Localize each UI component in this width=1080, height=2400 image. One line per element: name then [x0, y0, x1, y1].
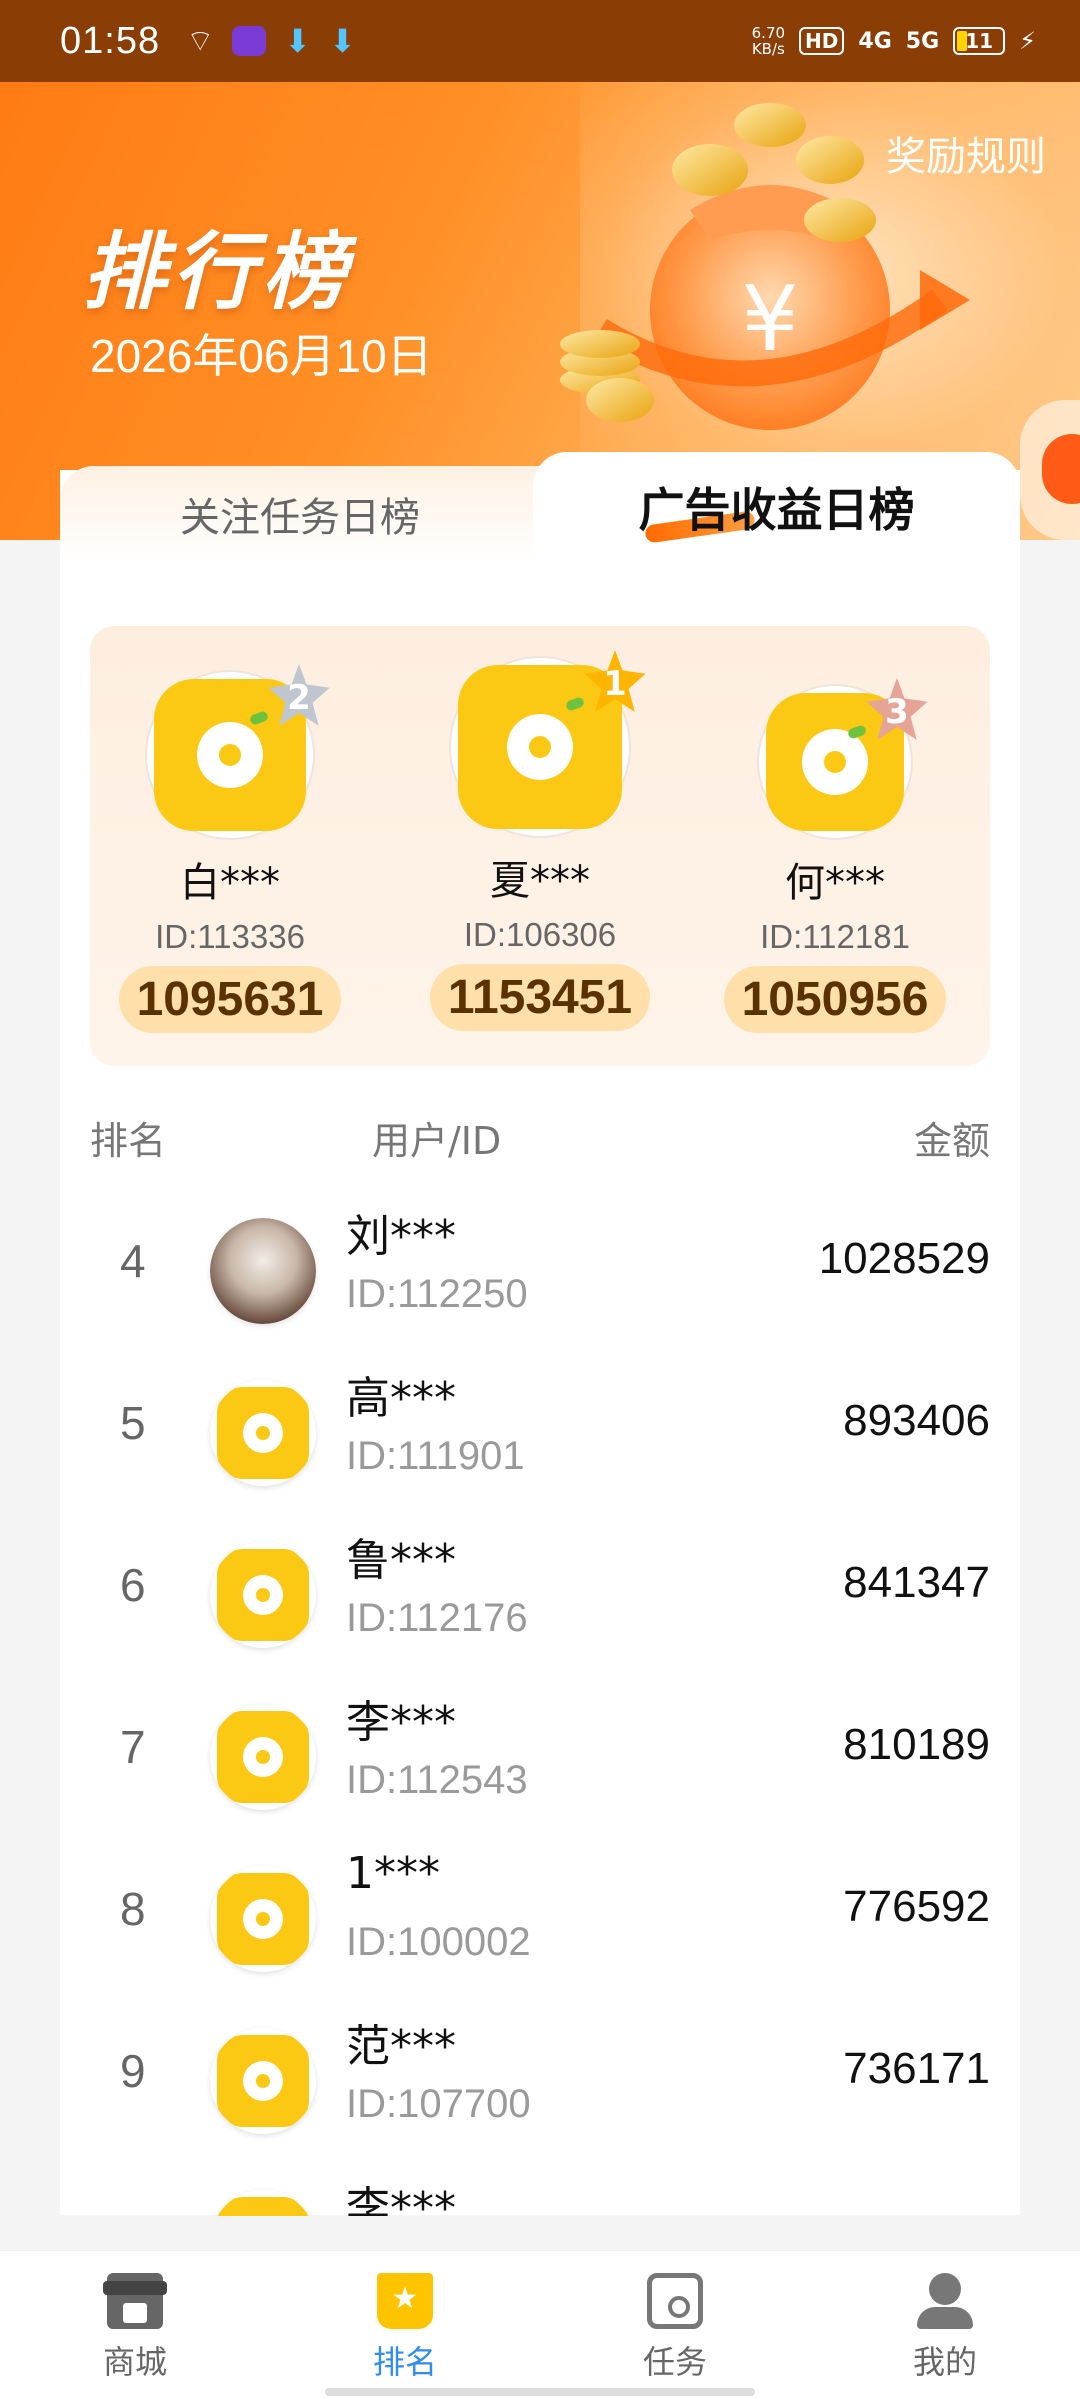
podium-name: 夏*** [490, 858, 590, 904]
row-name: 李*** [346, 2183, 456, 2216]
top-three-podium: 2 白*** ID:113336 1095631 1 夏*** ID:10630… [90, 626, 990, 1066]
row-amount: 1028529 [818, 1234, 990, 1283]
network-speed: 6.70 KB/s [752, 25, 785, 57]
bottom-navigation: 商城 排名 任务 我的 [0, 2250, 1080, 2400]
nav-task[interactable]: 任务 [605, 2273, 745, 2383]
hotspot-icon: ⌔ [186, 24, 215, 59]
ranking-icon [377, 2273, 433, 2329]
avatar [210, 1866, 316, 1972]
avatar [210, 1542, 316, 1648]
row-amount: 841347 [843, 1558, 990, 1607]
tab-label: 广告收益日榜 [638, 483, 915, 537]
battery-level: 11 [965, 29, 994, 53]
shop-icon [103, 2273, 167, 2329]
ranking-list-header: 排名 用户/ID 金额 [90, 1110, 990, 1163]
ranking-tabs: 关注任务日榜 广告收益日榜 [60, 452, 1020, 562]
nav-profile[interactable]: 我的 [875, 2273, 1015, 2383]
table-row[interactable]: 9 范*** ID:107700 736171 [90, 2000, 990, 2162]
podium-amount: 1153451 [429, 964, 651, 1031]
tab-label: 关注任务日榜 [180, 495, 420, 541]
table-row[interactable]: 4 刘*** ID:112250 1028529 [90, 1190, 990, 1352]
row-id: ID:112250 [346, 1272, 528, 1316]
row-id: ID:111901 [346, 1434, 525, 1478]
download-icon-2: ⬇ [329, 22, 356, 60]
row-rank: 8 [120, 1883, 146, 1935]
table-row[interactable]: 8 1*** ID:100002 776592 [90, 1838, 990, 2000]
podium-amount: 1095631 [118, 966, 342, 1033]
profile-icon [917, 2273, 973, 2329]
podium-second[interactable]: 2 白*** ID:113336 1095631 [118, 664, 342, 1033]
row-name: 刘*** [346, 1211, 456, 1262]
nav-label: 任务 [642, 2343, 707, 2381]
nav-label: 商城 [102, 2343, 167, 2381]
row-id: ID:107700 [346, 2082, 531, 2126]
header-rank: 排名 [90, 1119, 167, 1163]
header-user: 用户/ID [372, 1119, 502, 1163]
status-time: 01:58 [60, 19, 161, 62]
row-rank: 7 [120, 1721, 146, 1773]
nav-shop[interactable]: 商城 [65, 2273, 205, 2383]
app-notification-icon [232, 26, 267, 56]
podium-third[interactable]: 3 何*** ID:112181 1050956 [723, 678, 947, 1033]
row-rank: 4 [120, 1235, 146, 1287]
podium-name: 白*** [180, 860, 280, 906]
row-name: 鲁*** [346, 1535, 456, 1586]
tab-follow-task-daily[interactable]: 关注任务日榜 [60, 466, 540, 562]
podium-id: ID:106306 [463, 916, 617, 953]
hd-icon: HD [799, 27, 845, 55]
home-indicator[interactable] [325, 2388, 755, 2396]
charging-icon: ⚡ [1019, 27, 1036, 55]
header-amount: 金额 [913, 1119, 990, 1163]
floating-task-bubble[interactable] [1020, 400, 1080, 540]
page-title: 排行榜 [82, 223, 353, 321]
podium-id: ID:112181 [760, 918, 910, 955]
download-icon: ⬇ [284, 22, 312, 60]
task-icon [647, 2273, 703, 2329]
ranking-date: 2026年06月10日 [90, 330, 433, 382]
row-amount: 810189 [843, 1720, 990, 1769]
table-row-partial-clip: 李*** [90, 2162, 990, 2216]
avatar [210, 2190, 316, 2216]
row-amount: 893406 [843, 1396, 990, 1445]
nav-ranking[interactable]: 排名 [335, 2273, 475, 2383]
row-rank: 5 [120, 1397, 146, 1449]
table-row[interactable]: 5 高*** ID:111901 893406 [90, 1352, 990, 1514]
signal-5g-icon: 5G [905, 28, 940, 54]
row-id: ID:112543 [346, 1758, 528, 1802]
row-id: ID:100002 [346, 1920, 531, 1964]
row-amount: 736171 [843, 2044, 990, 2093]
avatar [210, 1380, 316, 1486]
table-row[interactable]: 7 李*** ID:112543 810189 [90, 1676, 990, 1838]
table-row[interactable]: 李*** [90, 2162, 990, 2216]
avatar [210, 1704, 316, 1810]
row-name: 范*** [346, 2021, 456, 2072]
avatar [210, 2028, 316, 2134]
row-name: 1*** [346, 1848, 440, 1899]
row-amount: 776592 [843, 1882, 990, 1931]
money-bag-illustration: ¥ [560, 103, 970, 430]
podium-first[interactable]: 1 夏*** ID:106306 1153451 [429, 650, 651, 1031]
podium-id: ID:113336 [155, 918, 305, 955]
speed-unit: KB/s [751, 40, 785, 58]
podium-name: 何*** [785, 860, 885, 906]
nav-label: 我的 [912, 2343, 977, 2381]
status-bar: 01:58 ⌔ ⬇ ⬇ 6.70 KB/s HD 4G 5G 11 ⚡ [0, 0, 1080, 82]
avatar [210, 1218, 316, 1324]
row-rank: 6 [120, 1559, 146, 1611]
row-rank: 9 [120, 2045, 146, 2097]
battery-icon: 11 [953, 27, 1006, 55]
row-name: 高*** [346, 1373, 456, 1424]
podium-amount: 1050956 [723, 966, 947, 1033]
table-row[interactable]: 6 鲁*** ID:112176 841347 [90, 1514, 990, 1676]
signal-4g-icon: 4G [858, 28, 892, 54]
nav-label: 排名 [372, 2343, 437, 2381]
tab-ad-revenue-daily[interactable]: 广告收益日榜 [533, 452, 1020, 562]
row-id: ID:112176 [346, 1596, 528, 1640]
row-name: 李*** [346, 1697, 456, 1748]
